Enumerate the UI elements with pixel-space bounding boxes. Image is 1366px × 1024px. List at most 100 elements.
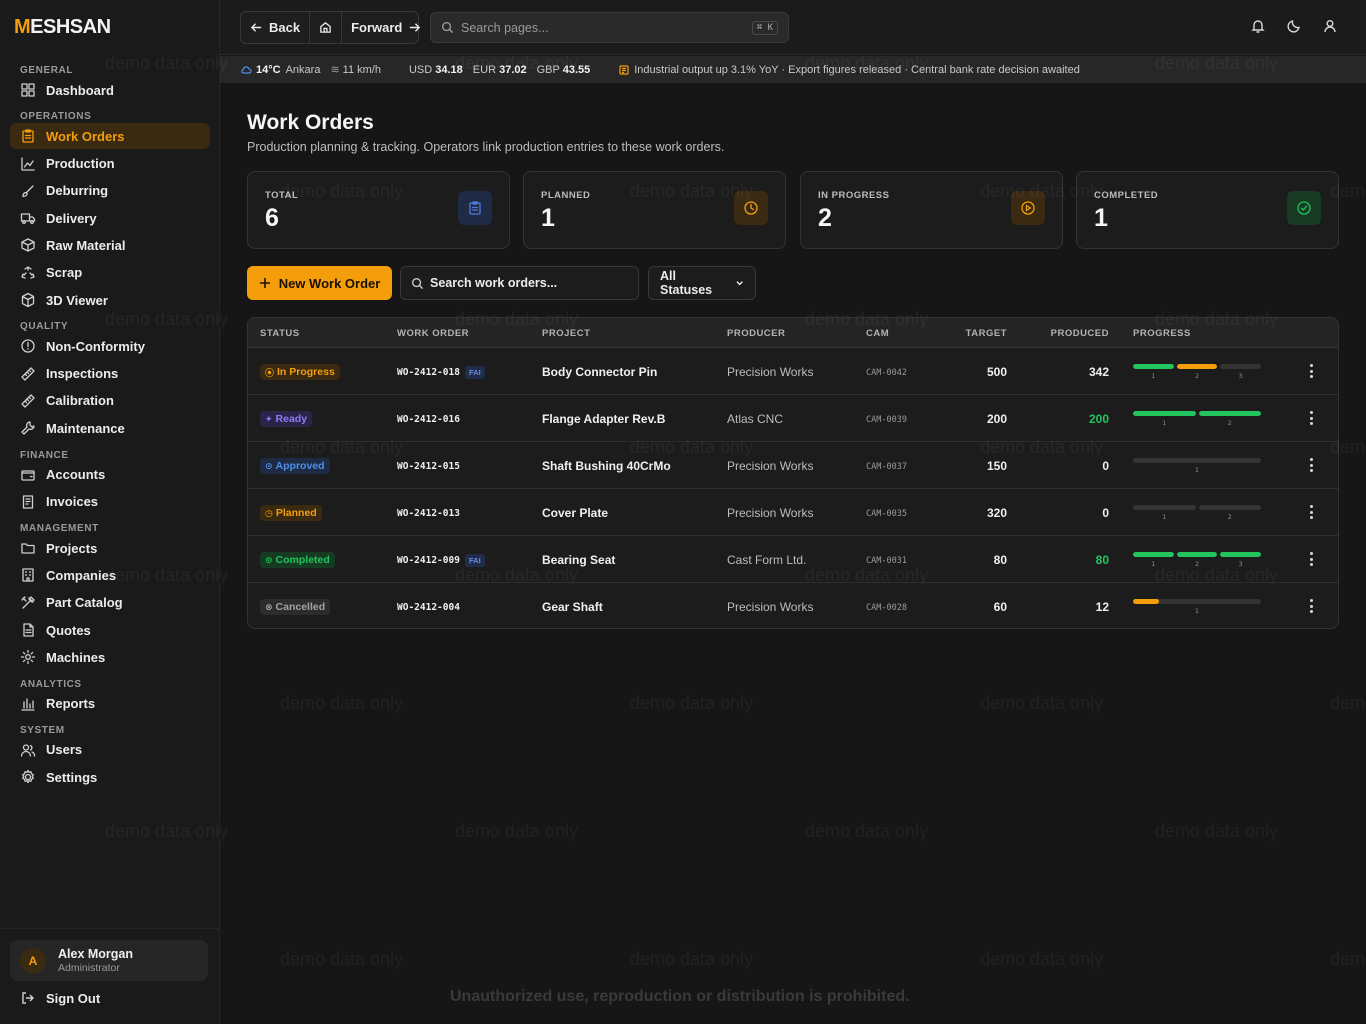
work-order-id[interactable]: WO-2412-004 <box>397 602 460 613</box>
building-icon <box>20 567 36 583</box>
sidebar-item-dashboard[interactable]: Dashboard <box>10 77 210 103</box>
row-menu-icon[interactable] <box>1308 505 1314 519</box>
target-value: 150 <box>986 459 1007 473</box>
header-progress[interactable]: PROGRESS <box>1133 328 1191 339</box>
file-icon <box>20 622 36 638</box>
sidebar-item-reports[interactable]: Reports <box>10 691 210 717</box>
sidebar-item-users[interactable]: Users <box>10 737 210 763</box>
sidebar-item-non-conformity[interactable]: Non-Conformity <box>10 333 210 359</box>
sign-out-button[interactable]: Sign Out <box>20 990 100 1006</box>
stat-card-in-progress[interactable]: IN PROGRESS 2 <box>800 171 1063 249</box>
row-menu-icon[interactable] <box>1308 458 1314 472</box>
sidebar-item-production[interactable]: Production <box>10 151 210 177</box>
sidebar-item-deburring[interactable]: Deburring <box>10 178 210 204</box>
bell-icon[interactable] <box>1250 18 1266 34</box>
table-row[interactable]: ⦿ In Progress WO-2412-018 FAI Body Connector… <box>248 348 1338 395</box>
sidebar-item-maintenance[interactable]: Maintenance <box>10 415 210 441</box>
sidebar-item-label: Invoices <box>46 494 99 510</box>
wrench-icon <box>20 420 36 436</box>
watermark: demo data only <box>1155 821 1279 841</box>
table-row[interactable]: ⊗ Cancelled WO-2412-004 Gear Shaft Precision… <box>248 583 1338 628</box>
new-work-order-button[interactable]: New Work Order <box>247 266 392 300</box>
sidebar-item-companies[interactable]: Companies <box>10 562 210 588</box>
work-order-id[interactable]: WO-2412-016 <box>397 414 460 425</box>
sidebar-item-part-catalog[interactable]: Part Catalog <box>10 590 210 616</box>
sidebar-item-label: Quotes <box>46 622 91 638</box>
producer-name: Precision Works <box>727 600 814 614</box>
table-row[interactable]: ◷ Planned WO-2412-013 Cover Plate Precision … <box>248 489 1338 536</box>
stat-card-planned[interactable]: PLANNED 1 <box>523 171 786 249</box>
forward-label: Forward <box>351 20 403 35</box>
nav-section-operations: OPERATIONS <box>20 111 92 123</box>
producer-name: Precision Works <box>727 365 814 379</box>
header-target[interactable]: TARGET <box>966 328 1007 339</box>
forward-button[interactable]: Forward <box>342 12 430 43</box>
work-order-id[interactable]: WO-2412-013 <box>397 508 460 519</box>
sidebar-item-inspections[interactable]: Inspections <box>10 361 210 387</box>
status-badge: ✦ Ready <box>260 411 313 427</box>
work-order-id[interactable]: WO-2412-018 <box>397 367 460 378</box>
project-name: Shaft Bushing 40CrMo <box>542 459 671 473</box>
sidebar-item-delivery[interactable]: Delivery <box>10 205 210 231</box>
status-filter-select[interactable]: All Statuses <box>648 266 756 300</box>
arrow-left-icon <box>250 23 262 32</box>
header-work-order[interactable]: WORK ORDER <box>397 328 469 339</box>
work-order-id[interactable]: WO-2412-009 <box>397 555 460 566</box>
status-badge: ⊙ Approved <box>260 458 330 474</box>
row-menu-icon[interactable] <box>1308 411 1314 425</box>
produced-value: 0 <box>1102 506 1109 520</box>
work-order-search-input[interactable]: Search work orders... <box>400 266 639 300</box>
sidebar-item-accounts[interactable]: Accounts <box>10 462 210 488</box>
header-project[interactable]: PROJECT <box>542 328 590 339</box>
table-row[interactable]: ⊙ Approved WO-2412-015 Shaft Bushing 40CrMo… <box>248 442 1338 489</box>
sidebar-item-calibration[interactable]: Calibration <box>10 388 210 414</box>
user-role: Administrator <box>58 962 120 974</box>
sidebar-item-invoices[interactable]: Invoices <box>10 489 210 515</box>
sidebar-item-raw-material[interactable]: Raw Material <box>10 232 210 258</box>
segment-number: 3 <box>1238 560 1243 568</box>
page-search-placeholder: Search pages... <box>461 20 549 35</box>
table-row[interactable]: ✦ Ready WO-2412-016 Flange Adapter Rev.B Atl… <box>248 395 1338 442</box>
back-button[interactable]: Back <box>241 12 311 43</box>
progress-segment: 1 <box>1133 458 1261 474</box>
target-value: 500 <box>986 365 1007 379</box>
progress-segment: 2 <box>1198 411 1261 427</box>
logo[interactable]: MESHSAN <box>14 16 111 39</box>
home-button[interactable] <box>310 12 343 43</box>
progress-segment: 2 <box>1176 552 1218 568</box>
moon-icon[interactable] <box>1286 18 1302 34</box>
table-row[interactable]: ⊙ Completed WO-2412-009 FAI Bearing Seat Cast… <box>248 536 1338 583</box>
row-menu-icon[interactable] <box>1308 599 1314 613</box>
sidebar: MESHSAN GENERAL Dashboard OPERATIONS Work O… <box>0 0 220 1024</box>
rate-usd: USD 34.18 <box>408 63 463 76</box>
status-label: Planned <box>275 507 317 519</box>
sidebar-item-3d-viewer[interactable]: 3D Viewer <box>10 287 210 313</box>
sidebar-item-quotes[interactable]: Quotes <box>10 617 210 643</box>
header-producer[interactable]: PRODUCER <box>727 328 785 339</box>
weather-temp: 14°C <box>256 63 281 76</box>
sidebar-divider <box>0 928 219 929</box>
stat-card-total[interactable]: TOTAL 6 <box>247 171 510 249</box>
header-produced[interactable]: PRODUCED <box>1051 328 1109 339</box>
sidebar-item-scrap[interactable]: Scrap <box>10 260 210 286</box>
user-icon[interactable] <box>1322 18 1338 34</box>
sidebar-item-projects[interactable]: Projects <box>10 535 210 561</box>
row-menu-icon[interactable] <box>1308 364 1314 378</box>
cam-id: CAM-0042 <box>866 368 907 378</box>
project-name: Bearing Seat <box>542 553 616 567</box>
page-search-input[interactable]: Search pages... ⌘ K <box>430 12 789 43</box>
header-status[interactable]: STATUS <box>260 328 300 339</box>
truck-icon <box>20 210 36 226</box>
sidebar-item-settings[interactable]: Settings <box>10 764 210 790</box>
status-icon: ◷ <box>265 507 273 518</box>
sidebar-item-machines[interactable]: Machines <box>10 644 210 670</box>
stat-card-completed[interactable]: COMPLETED 1 <box>1076 171 1339 249</box>
work-order-id[interactable]: WO-2412-015 <box>397 461 460 472</box>
search-icon <box>411 277 424 289</box>
user-card[interactable]: A Alex Morgan Administrator <box>10 940 208 981</box>
settings-icon <box>20 769 36 785</box>
header-cam[interactable]: CAM <box>866 328 889 339</box>
status-badge: ⊗ Cancelled <box>260 599 331 615</box>
sidebar-item-work-orders[interactable]: Work Orders <box>10 123 210 150</box>
row-menu-icon[interactable] <box>1308 552 1314 566</box>
